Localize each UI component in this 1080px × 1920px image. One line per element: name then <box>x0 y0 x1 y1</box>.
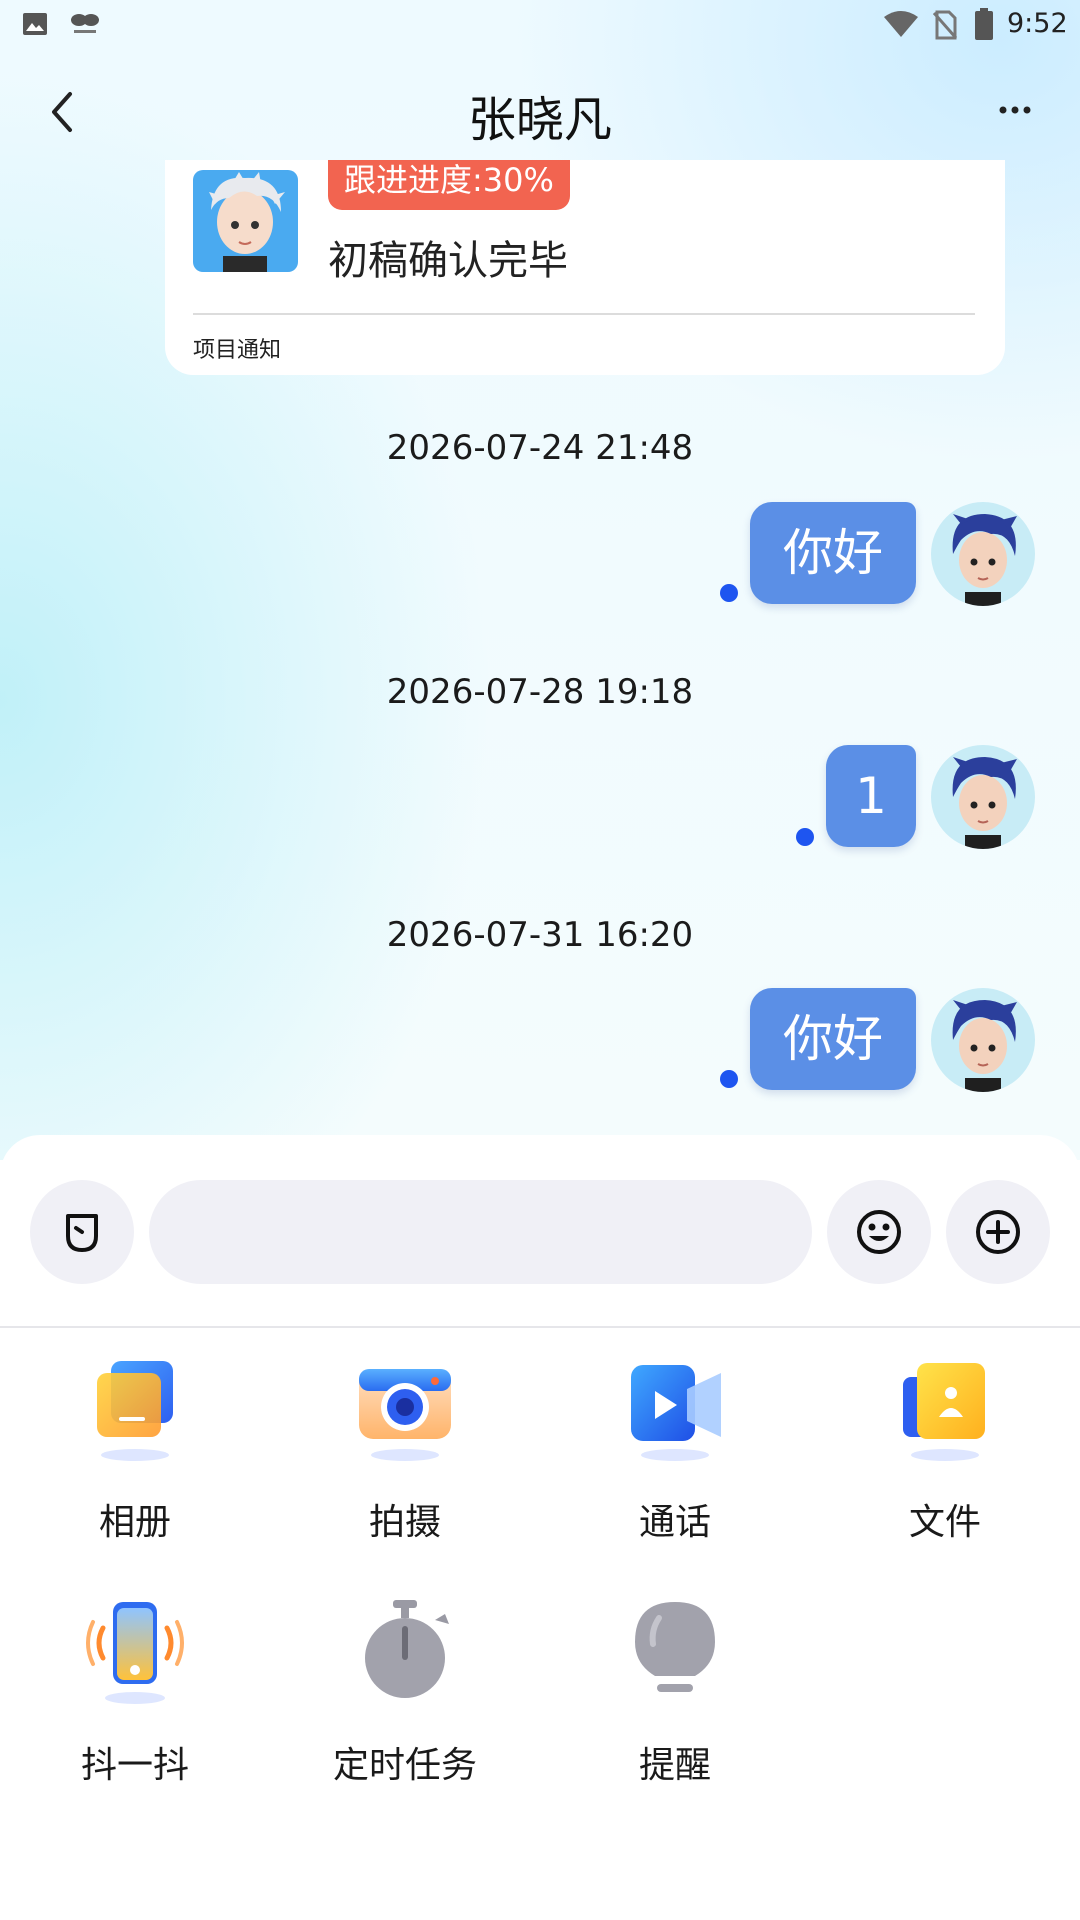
action-label: 拍摄 <box>368 1502 441 1543</box>
action-shake[interactable]: 抖一抖 <box>35 1598 235 1798</box>
action-label: 通话 <box>638 1502 711 1543</box>
user-avatar[interactable] <box>931 502 1035 606</box>
plus-circle-icon <box>976 1210 1020 1254</box>
status-time: 9:52 <box>1007 8 1068 39</box>
emoji-button[interactable] <box>827 1180 931 1284</box>
voice-icon <box>66 1214 98 1252</box>
action-label: 抖一抖 <box>80 1745 189 1786</box>
bulb-icon <box>635 1602 715 1692</box>
more-actions-button[interactable] <box>946 1180 1050 1284</box>
file-icon <box>903 1363 985 1461</box>
project-notification-card[interactable]: 跟进进度:30% 初稿确认完毕 项目通知 <box>165 160 1005 375</box>
app-notification-icon <box>71 14 99 33</box>
message-timestamp: 2026-07-28 19:18 <box>386 672 694 712</box>
battery-icon <box>975 8 993 40</box>
action-reminder[interactable]: 提醒 <box>575 1598 775 1798</box>
voice-input-button[interactable] <box>30 1180 134 1284</box>
emoji-icon <box>857 1210 901 1254</box>
timer-icon <box>365 1600 449 1698</box>
action-scheduled-task[interactable]: 定时任务 <box>305 1598 505 1798</box>
action-label: 定时任务 <box>332 1745 477 1786</box>
message-bubble[interactable]: 你好 <box>750 502 916 604</box>
message-input[interactable] <box>149 1180 812 1284</box>
album-icon <box>97 1361 173 1461</box>
message-timestamp: 2026-07-24 21:48 <box>386 428 694 468</box>
project-avatar <box>193 170 298 272</box>
shake-icon <box>86 1602 184 1704</box>
no-sim-icon <box>933 10 957 40</box>
progress-badge: 跟进进度:30% <box>328 160 570 210</box>
gallery-notification-icon <box>23 13 47 35</box>
user-avatar[interactable] <box>931 988 1035 1092</box>
action-album[interactable]: 相册 <box>35 1355 235 1555</box>
camera-icon <box>359 1369 451 1461</box>
user-avatar[interactable] <box>931 745 1035 849</box>
wifi-icon <box>884 11 918 37</box>
action-label: 文件 <box>908 1502 981 1543</box>
unread-dot <box>720 584 738 602</box>
panel-divider <box>0 1326 1080 1328</box>
unread-dot <box>720 1070 738 1088</box>
message-bubble[interactable]: 你好 <box>750 988 916 1090</box>
action-label: 相册 <box>98 1502 171 1543</box>
message-timestamp: 2026-07-31 16:20 <box>386 915 694 955</box>
card-divider <box>193 313 975 315</box>
message-bubble[interactable]: 1 <box>826 745 916 847</box>
status-bar: 9:52 <box>0 0 1080 50</box>
card-footer-label: 项目通知 <box>193 338 282 363</box>
action-call[interactable]: 通话 <box>575 1355 775 1555</box>
unread-dot <box>796 828 814 846</box>
page-title: 张晓凡 <box>467 92 612 148</box>
action-camera[interactable]: 拍摄 <box>305 1355 505 1555</box>
more-options-button[interactable] <box>995 100 1035 120</box>
video-call-icon <box>631 1365 721 1461</box>
action-label: 提醒 <box>638 1745 711 1786</box>
project-status-text: 初稿确认完毕 <box>328 238 568 284</box>
action-file[interactable]: 文件 <box>845 1355 1045 1555</box>
